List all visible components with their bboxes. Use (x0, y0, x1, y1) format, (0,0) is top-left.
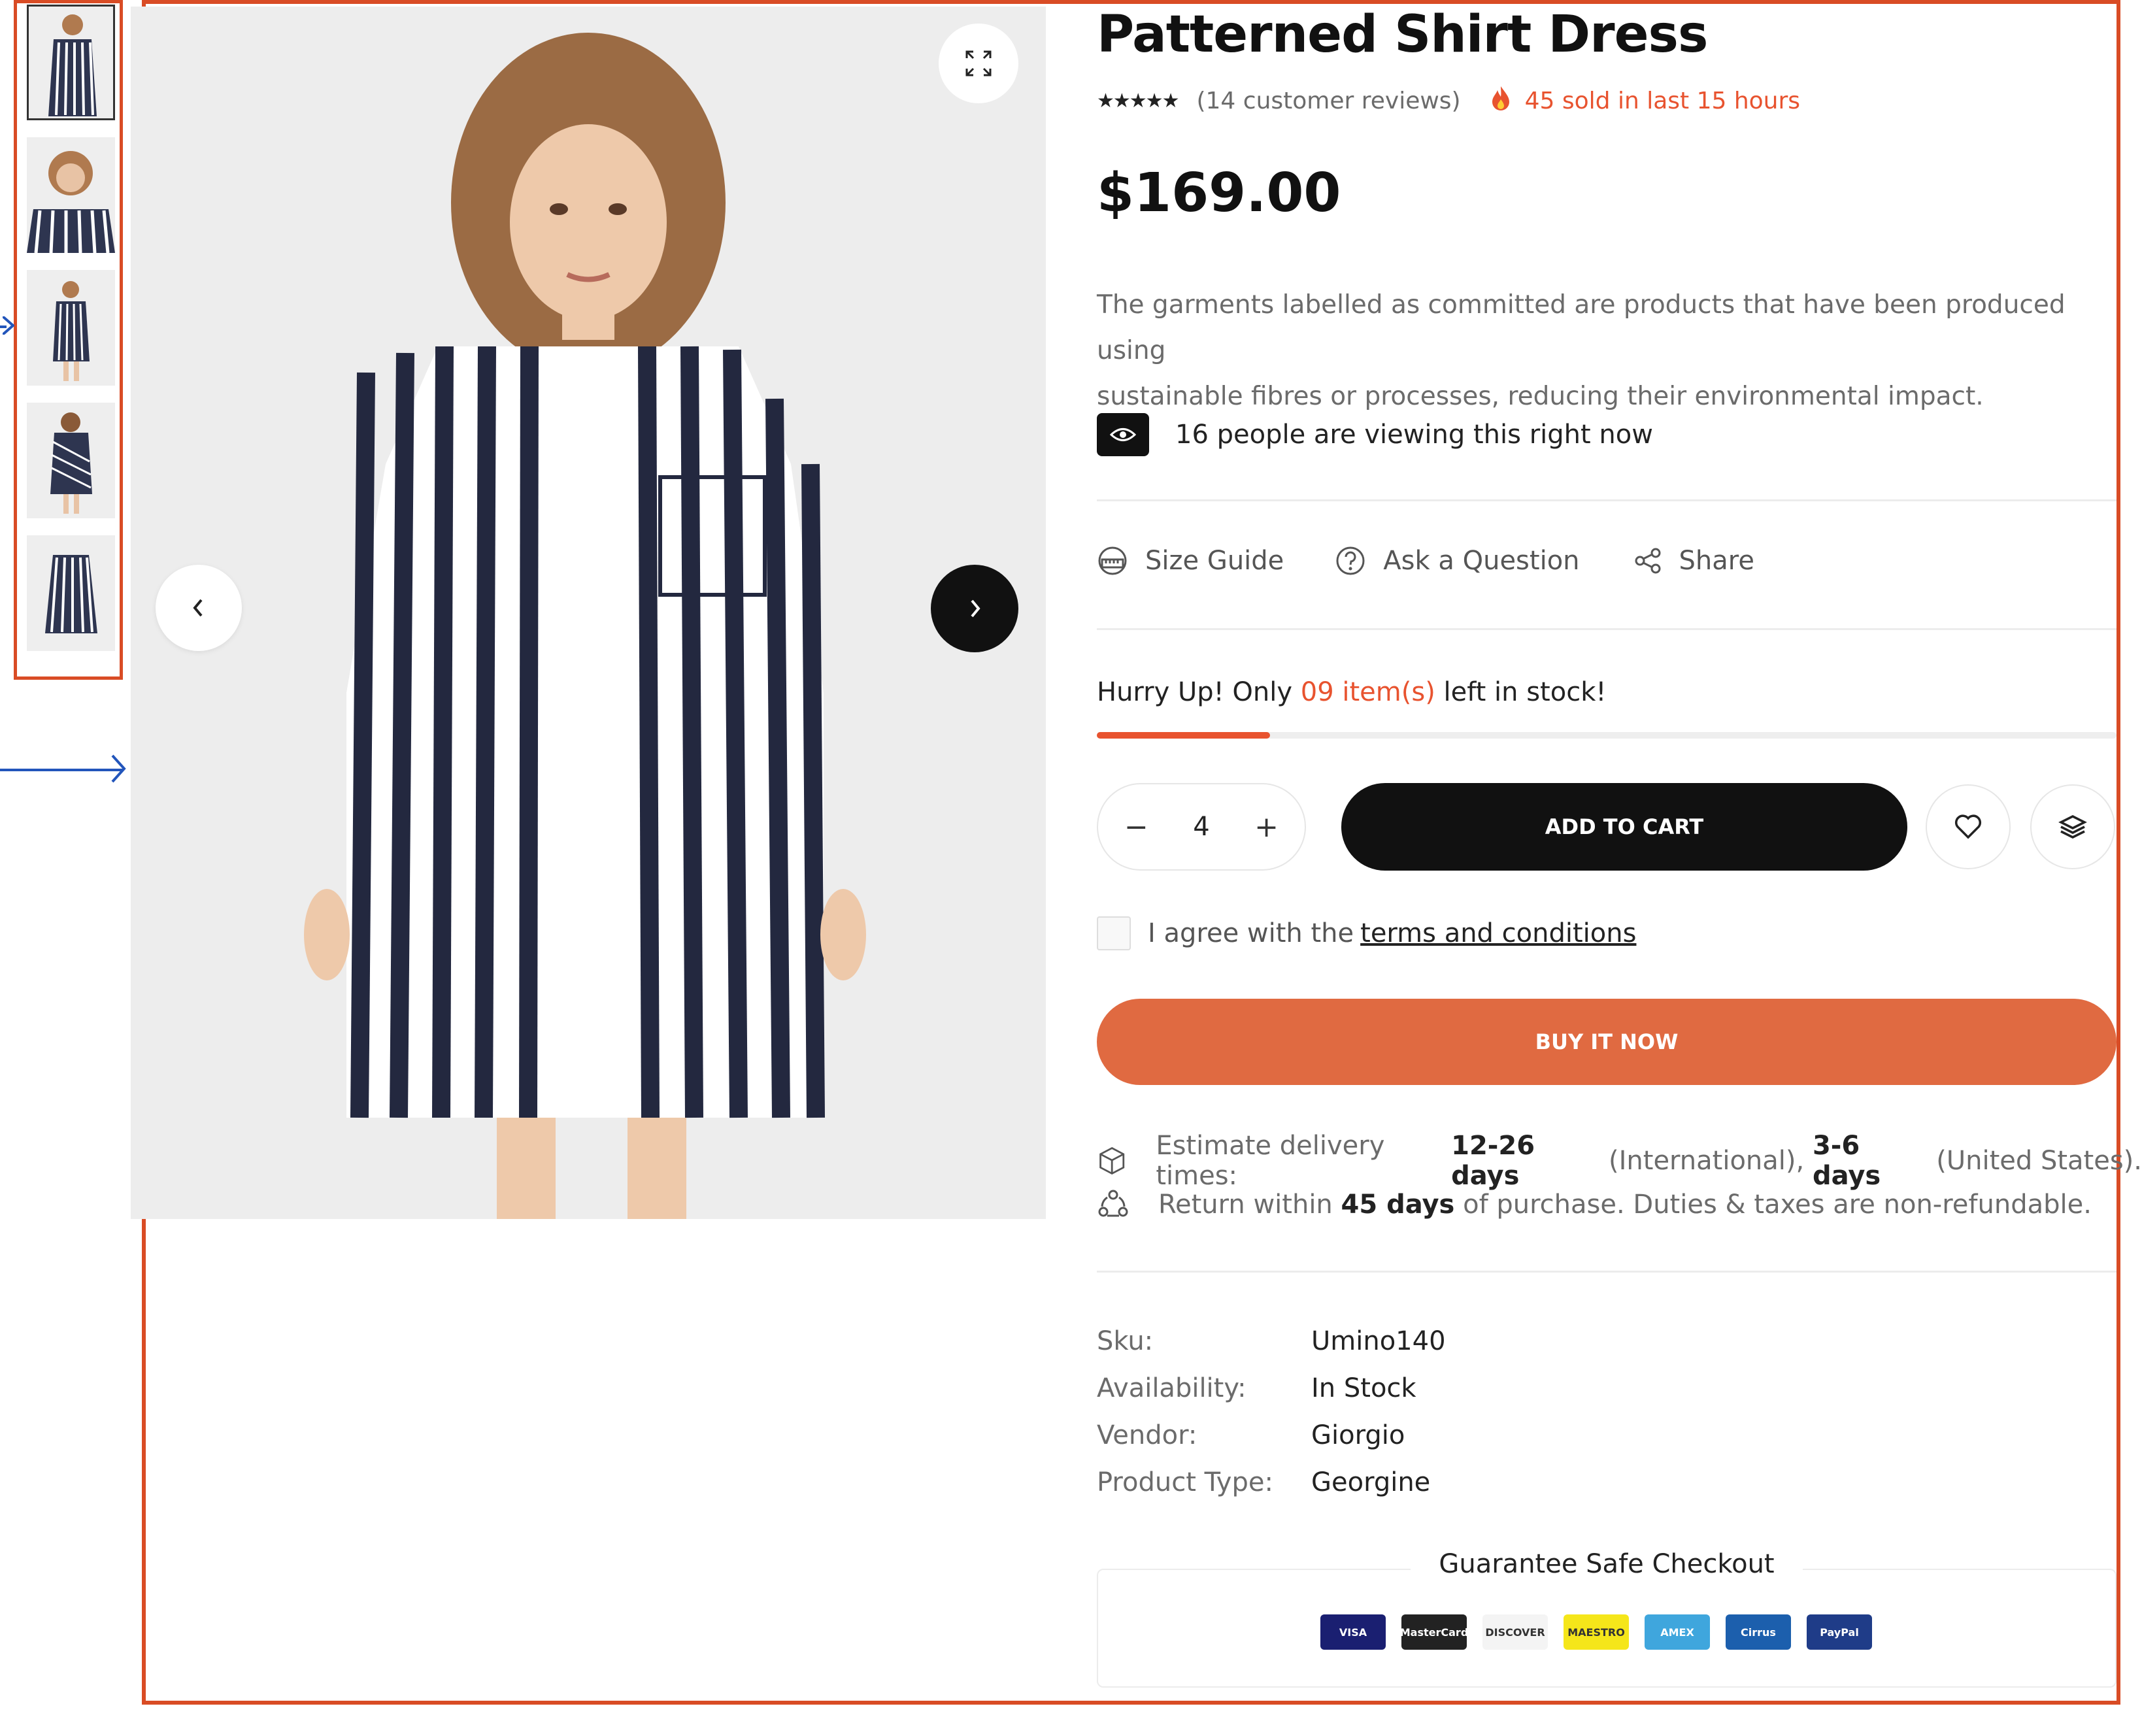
heart-icon (1954, 814, 1982, 839)
thumbnail-5[interactable] (27, 535, 115, 651)
delivery-intl-label: (International), (1600, 1146, 1813, 1176)
payment-badge-amex: AMEX (1645, 1614, 1710, 1650)
stock-message: Hurry Up! Only 09 item(s) left in stock! (1097, 677, 1606, 707)
meta-label: Product Type: (1097, 1467, 1273, 1497)
description-line-1: The garments labelled as committed are p… (1097, 290, 2066, 365)
meta-value: Umino140 (1311, 1326, 1446, 1356)
viewers-row: 16 people are viewing this right now (1097, 413, 1653, 456)
payment-badge-mastercard: MasterCard (1400, 1614, 1468, 1650)
product-price: $169.00 (1097, 162, 1341, 224)
product-main-image (131, 7, 1046, 1219)
quantity-value[interactable]: 4 (1193, 812, 1209, 842)
divider (1097, 499, 2117, 501)
payment-badge-paypal: PayPal (1807, 1614, 1872, 1650)
meta-label: Vendor: (1097, 1420, 1197, 1450)
viewers-text: 16 people are viewing this right now (1175, 420, 1653, 450)
product-meta: Sku: Umino140 Availability: In Stock Ven… (1097, 1318, 1446, 1506)
terms-link[interactable]: terms and conditions (1360, 918, 1636, 948)
annotation-arrow-1 (0, 316, 14, 335)
share-icon (1635, 548, 1661, 574)
return-icon (1098, 1190, 1128, 1217)
product-title: Patterned Shirt Dress (1097, 5, 1708, 64)
quantity-decrease-button[interactable]: − (1124, 810, 1148, 844)
meta-label: Availability: (1097, 1373, 1247, 1403)
delivery-us-label: (United States). (1928, 1146, 2142, 1176)
stock-progress-fill (1097, 732, 1271, 739)
sold-count: 45 sold in last 15 hours (1524, 88, 1801, 114)
thumbnail-strip (14, 0, 123, 680)
delivery-prefix: Estimate delivery times: (1156, 1131, 1385, 1191)
meta-row-vendor: Vendor: Giorgio (1097, 1412, 1446, 1459)
thumbnail-4[interactable] (27, 403, 115, 518)
meta-label: Sku: (1097, 1326, 1154, 1356)
terms-row: I agree with the terms and conditions (1097, 916, 1636, 950)
buy-now-button[interactable]: BUY IT NOW (1097, 999, 2117, 1085)
quantity-stepper: − 4 + (1097, 783, 1306, 871)
wishlist-button[interactable] (1926, 784, 2011, 869)
payment-badge-discover: DISCOVER (1482, 1614, 1548, 1650)
meta-value: In Stock (1311, 1373, 1416, 1403)
expand-button[interactable] (939, 24, 1018, 103)
payment-badge-maestro: MAESTRO (1564, 1614, 1629, 1650)
thumbnail-3[interactable] (27, 270, 115, 386)
ask-question-link[interactable]: Ask a Question (1335, 545, 1580, 576)
meta-row-product-type: Product Type: Georgine (1097, 1459, 1446, 1506)
divider (1097, 628, 2117, 630)
divider (1097, 1271, 2117, 1273)
thumbnail-1[interactable] (27, 5, 115, 120)
annotation-arrow-2 (0, 754, 126, 783)
return-prefix: Return within (1158, 1190, 1341, 1220)
share-label: Share (1679, 546, 1754, 576)
stock-suffix: left in stock! (1435, 677, 1607, 707)
payment-badge-visa: VISA (1320, 1614, 1386, 1650)
review-count[interactable]: (14 customer reviews) (1196, 88, 1460, 114)
previous-image-button[interactable] (156, 565, 242, 651)
return-days: 45 days (1341, 1190, 1455, 1220)
delivery-estimate: Estimate delivery times: 12-26 days (Int… (1097, 1131, 2142, 1191)
rating-row: ★★★★★ (14 customer reviews) 45 sold in l… (1097, 85, 1800, 117)
payment-badge-cirrus: Cirrus (1726, 1614, 1791, 1650)
share-link[interactable]: Share (1633, 546, 1754, 576)
ask-question-label: Ask a Question (1383, 546, 1580, 576)
stock-progress-bar (1097, 732, 2117, 739)
terms-prefix: I agree with the (1148, 918, 1354, 948)
chevron-left-icon (193, 599, 203, 617)
safe-checkout-title: Guarantee Safe Checkout (1411, 1549, 1803, 1579)
stock-prefix: Hurry Up! Only (1097, 677, 1301, 707)
size-guide-label: Size Guide (1145, 546, 1284, 576)
delivery-intl-days: 12-26 days (1451, 1131, 1535, 1191)
product-actions: Size Guide Ask a Question Share (1097, 545, 1754, 576)
return-suffix: of purchase. Duties & taxes are non-refu… (1454, 1190, 2092, 1220)
expand-icon (965, 50, 992, 76)
compare-button[interactable] (2030, 784, 2115, 869)
add-to-cart-button[interactable]: ADD TO CART (1341, 783, 1907, 871)
terms-checkbox[interactable] (1097, 916, 1131, 950)
return-policy: Return within 45 days of purchase. Dutie… (1097, 1188, 2092, 1221)
star-rating-icon: ★★★★★ (1097, 90, 1179, 112)
meta-row-availability: Availability: In Stock (1097, 1365, 1446, 1412)
delivery-us-days: 3-6 days (1812, 1131, 1881, 1191)
layers-icon (2058, 815, 2087, 839)
question-circle-icon (1336, 546, 1365, 575)
size-guide-link[interactable]: Size Guide (1097, 545, 1284, 576)
meta-value: Giorgio (1311, 1420, 1405, 1450)
model-in-striped-dress-image (131, 7, 1046, 1219)
eye-icon (1097, 413, 1149, 456)
delivery-box-icon (1099, 1146, 1125, 1175)
next-image-button[interactable] (931, 565, 1018, 652)
meta-row-sku: Sku: Umino140 (1097, 1318, 1446, 1365)
meta-value: Georgine (1311, 1467, 1431, 1497)
chevron-right-icon (971, 599, 980, 618)
payment-methods: VISA MasterCard DISCOVER MAESTRO AMEX Cirrus P… (1320, 1614, 1872, 1650)
stock-count: 09 item(s) (1300, 677, 1435, 707)
product-description: The garments labelled as committed are p… (1097, 282, 2142, 420)
ruler-icon (1098, 546, 1127, 575)
thumbnail-2[interactable] (27, 137, 115, 253)
fire-icon (1491, 85, 1511, 117)
quantity-increase-button[interactable]: + (1254, 810, 1279, 844)
